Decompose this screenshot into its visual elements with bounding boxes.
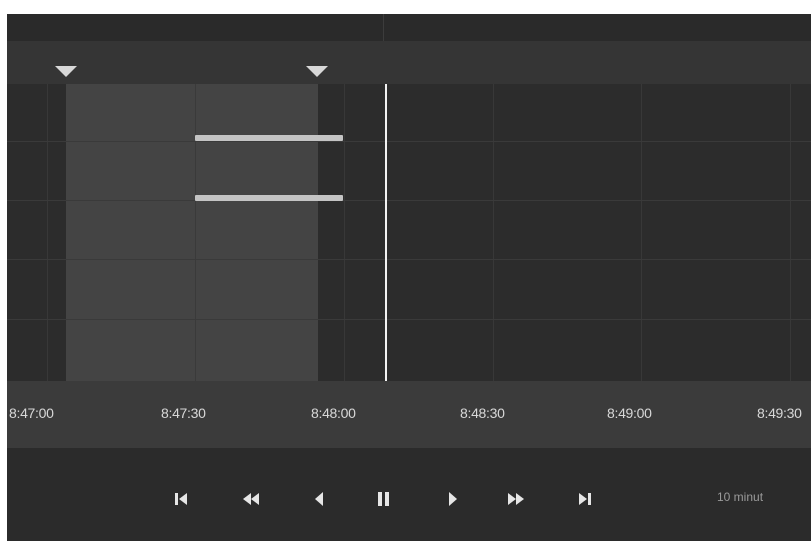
tick-label: 8:47:30 [161,405,206,421]
tick-label: 8:47:00 [9,405,54,421]
grid-line [641,84,642,381]
rewind-button[interactable] [239,488,263,510]
playhead[interactable] [385,84,387,381]
playback-controls [7,448,811,541]
grid-line [493,84,494,381]
tick-label: 8:48:30 [460,405,505,421]
selected-range[interactable] [66,84,318,381]
play-button[interactable] [441,488,465,510]
range-start-marker[interactable] [55,66,77,77]
grid-row-line [7,141,811,142]
pause-icon [378,492,389,506]
grid-line [47,84,48,381]
grid-row-line [7,259,811,260]
skip-to-end-button[interactable] [573,488,597,510]
time-axis [7,381,811,448]
step-back-icon [315,492,323,506]
step-back-button[interactable] [307,488,331,510]
range-selector-bar[interactable] [7,41,811,84]
timeline-panel: 8:47:00 8:47:30 8:48:00 8:48:30 8:49:00 … [7,0,811,541]
grid-line [790,84,791,381]
range-end-marker[interactable] [306,66,328,77]
skip-to-end-icon [579,493,591,505]
rewind-icon [243,493,259,505]
pause-button[interactable] [372,488,396,510]
top-strip [7,0,811,14]
play-icon [449,492,457,506]
tick-label: 8:49:30 [757,405,802,421]
skip-to-start-icon [175,493,187,505]
event-bar[interactable] [195,195,343,201]
grid-line [344,84,345,381]
grid-line [195,84,196,381]
fast-forward-icon [508,493,524,505]
fast-forward-button[interactable] [504,488,528,510]
playback-speed-label[interactable]: 10 minut [717,490,763,504]
grid-row-line [7,200,811,201]
skip-to-start-button[interactable] [169,488,193,510]
top-bar-divider [383,14,384,41]
grid-row-line [7,319,811,320]
event-bar[interactable] [195,135,343,141]
tick-label: 8:49:00 [607,405,652,421]
tick-label: 8:48:00 [311,405,356,421]
